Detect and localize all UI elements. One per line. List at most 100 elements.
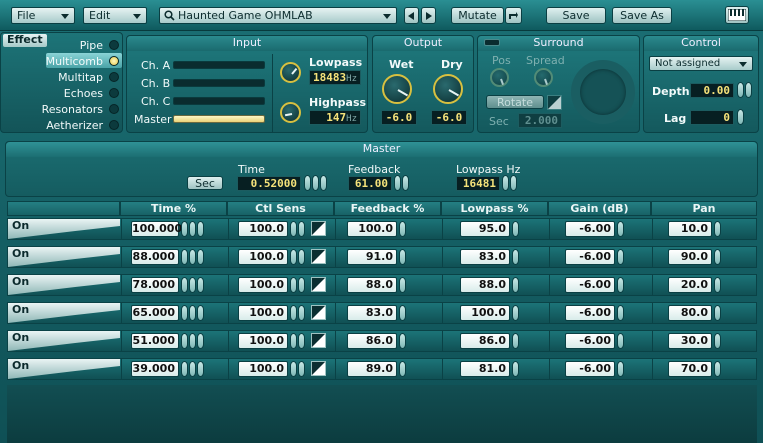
mutate-options-button[interactable] xyxy=(505,7,522,24)
master-sec-button[interactable]: Sec xyxy=(187,176,223,190)
surround-pan-dial[interactable] xyxy=(571,60,635,124)
tap-gain-value[interactable]: -6.00 xyxy=(565,333,615,349)
stepper-icon[interactable] xyxy=(189,333,196,349)
tap-time-value[interactable]: 39.000 xyxy=(131,361,179,377)
stepper-icon[interactable] xyxy=(512,305,519,321)
effect-radio-aetherizer[interactable] xyxy=(109,120,119,130)
preset-selector[interactable]: Haunted Game OHMLAB xyxy=(159,7,397,24)
stepper-icon[interactable] xyxy=(617,249,624,265)
sec-value[interactable]: 2.000 xyxy=(518,113,562,128)
stepper-icon[interactable] xyxy=(181,249,188,265)
effect-radio-resonators[interactable] xyxy=(109,104,119,114)
stepper-icon[interactable] xyxy=(512,333,519,349)
tap-on-toggle[interactable]: On xyxy=(8,359,120,379)
effect-item-pipe[interactable]: Pipe xyxy=(31,39,103,52)
depth-value[interactable]: 0.00 xyxy=(690,83,734,98)
stepper-icon[interactable] xyxy=(320,175,327,191)
stepper-icon[interactable] xyxy=(298,333,305,349)
decrement-icon[interactable] xyxy=(737,82,744,98)
ctl-curve-button[interactable] xyxy=(311,277,326,292)
tap-time-value[interactable]: 100.000 xyxy=(131,221,182,237)
master-time-stepper[interactable] xyxy=(304,175,327,191)
stepper-icon[interactable] xyxy=(714,333,721,349)
stepper-icon[interactable] xyxy=(189,277,196,293)
stepper-icon[interactable] xyxy=(181,361,188,377)
stepper-icon[interactable] xyxy=(298,221,305,237)
wet-value[interactable]: -6.0 xyxy=(381,110,417,125)
tap-lowpass-stepper[interactable] xyxy=(512,277,519,293)
tap-pan-value[interactable]: 90.0 xyxy=(668,249,712,265)
tap-lowpass-value[interactable]: 86.0 xyxy=(460,333,510,349)
tap-gain-value[interactable]: -6.00 xyxy=(565,221,615,237)
tap-pan-value[interactable]: 30.0 xyxy=(668,333,712,349)
lag-stepper[interactable] xyxy=(737,109,744,125)
dry-knob[interactable] xyxy=(433,74,463,104)
effect-item-aetherizer[interactable]: Aetherizer xyxy=(31,119,103,132)
lowpass-value-display[interactable]: 18483Hz xyxy=(309,70,361,85)
tap-feedback-value[interactable]: 83.0 xyxy=(347,305,397,321)
tap-ctl-stepper[interactable] xyxy=(290,305,305,321)
tap-pan-value[interactable]: 80.0 xyxy=(668,305,712,321)
tap-on-toggle[interactable]: On xyxy=(8,219,120,239)
stepper-icon[interactable] xyxy=(197,333,204,349)
tap-time-stepper[interactable] xyxy=(181,249,204,265)
tap-time-stepper[interactable] xyxy=(181,333,204,349)
effect-item-echoes[interactable]: Echoes xyxy=(31,87,103,100)
stepper-icon[interactable] xyxy=(189,249,196,265)
tap-ctl-stepper[interactable] xyxy=(290,333,305,349)
tap-lowpass-value[interactable]: 95.0 xyxy=(460,221,510,237)
stepper-icon[interactable] xyxy=(197,249,204,265)
file-menu[interactable]: File xyxy=(11,7,75,24)
effect-radio-pipe[interactable] xyxy=(109,40,119,50)
pos-knob[interactable] xyxy=(490,68,509,87)
tap-feedback-stepper[interactable] xyxy=(399,221,406,237)
tap-ctl-value[interactable]: 100.0 xyxy=(238,333,288,349)
stepper-icon[interactable] xyxy=(512,249,519,265)
stepper-icon[interactable] xyxy=(399,221,406,237)
stepper-icon[interactable] xyxy=(714,361,721,377)
stepper-icon[interactable] xyxy=(298,305,305,321)
tap-ctl-value[interactable]: 100.0 xyxy=(238,305,288,321)
stepper-icon[interactable] xyxy=(290,277,297,293)
tap-gain-value[interactable]: -6.00 xyxy=(565,277,615,293)
stepper-icon[interactable] xyxy=(399,277,406,293)
stepper-icon[interactable] xyxy=(617,333,624,349)
tap-lowpass-value[interactable]: 81.0 xyxy=(460,361,510,377)
rotate-button[interactable]: Rotate xyxy=(486,95,544,109)
tap-ctl-value[interactable]: 100.0 xyxy=(238,249,288,265)
tap-lowpass-stepper[interactable] xyxy=(512,221,519,237)
effect-item-multicomb[interactable]: Multicomb xyxy=(31,55,103,68)
tap-ctl-value[interactable]: 100.0 xyxy=(238,221,288,237)
tap-pan-stepper[interactable] xyxy=(714,361,721,377)
tap-time-stepper[interactable] xyxy=(181,361,204,377)
tap-ctl-stepper[interactable] xyxy=(290,361,305,377)
stepper-icon[interactable] xyxy=(399,333,406,349)
tap-time-stepper[interactable] xyxy=(181,277,204,293)
tap-pan-stepper[interactable] xyxy=(714,249,721,265)
next-preset-button[interactable] xyxy=(421,7,436,24)
stepper-icon[interactable] xyxy=(714,277,721,293)
stepper-icon[interactable] xyxy=(197,361,204,377)
stepper-icon[interactable] xyxy=(714,305,721,321)
effect-item-resonators[interactable]: Resonators xyxy=(31,103,103,116)
stepper-icon[interactable] xyxy=(181,305,188,321)
tap-gain-value[interactable]: -6.00 xyxy=(565,361,615,377)
tap-gain-stepper[interactable] xyxy=(617,221,624,237)
ctl-curve-button[interactable] xyxy=(311,333,326,348)
stepper-icon[interactable] xyxy=(617,221,624,237)
stepper-icon[interactable] xyxy=(290,361,297,377)
stepper-icon[interactable] xyxy=(298,361,305,377)
tap-feedback-stepper[interactable] xyxy=(399,305,406,321)
tap-ctl-value[interactable]: 100.0 xyxy=(238,361,288,377)
stepper-icon[interactable] xyxy=(181,277,188,293)
tap-gain-value[interactable]: -6.00 xyxy=(565,305,615,321)
tap-pan-stepper[interactable] xyxy=(714,305,721,321)
tap-gain-stepper[interactable] xyxy=(617,333,624,349)
stepper-icon[interactable] xyxy=(290,333,297,349)
tap-time-stepper[interactable] xyxy=(181,221,204,237)
stepper-icon[interactable] xyxy=(714,249,721,265)
master-lowpass-value[interactable]: 16481 xyxy=(456,176,500,191)
stepper-icon[interactable] xyxy=(617,361,624,377)
tap-ctl-stepper[interactable] xyxy=(290,249,305,265)
tap-on-toggle[interactable]: On xyxy=(8,275,120,295)
